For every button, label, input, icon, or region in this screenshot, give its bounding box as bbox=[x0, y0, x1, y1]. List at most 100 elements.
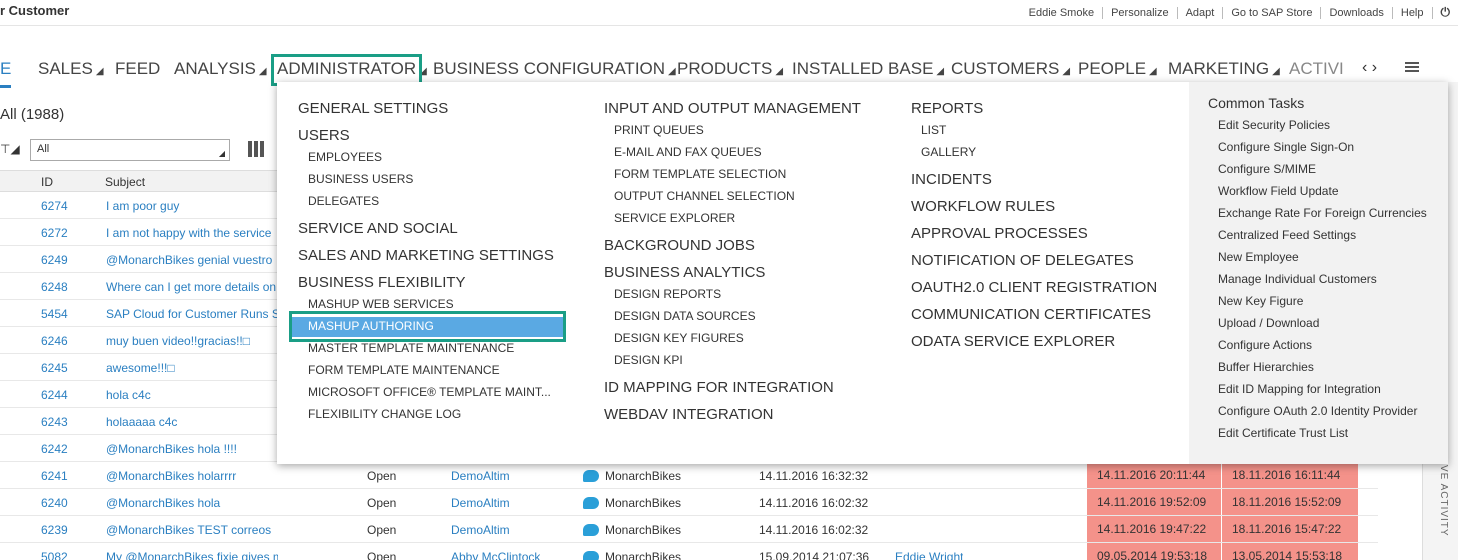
adapt-link[interactable]: Adapt bbox=[1178, 6, 1224, 19]
user-link[interactable]: Eddie Smoke bbox=[1021, 6, 1104, 19]
common-task-link[interactable]: Edit Certificate Trust List bbox=[1218, 426, 1348, 440]
menu-business-users[interactable]: BUSINESS USERS bbox=[308, 172, 413, 186]
menu-form-template-selection[interactable]: FORM TEMPLATE SELECTION bbox=[614, 167, 786, 181]
menu-employees[interactable]: EMPLOYEES bbox=[308, 150, 382, 164]
ticket-subject-link[interactable]: I am not happy with the service bbox=[106, 226, 278, 240]
menu-output-channel-selection[interactable]: OUTPUT CHANNEL SELECTION bbox=[614, 189, 795, 203]
ticket-subject-link[interactable]: muy buen video!!gracias!!□ bbox=[106, 334, 278, 348]
menu-webdav[interactable]: WEBDAV INTEGRATION bbox=[604, 406, 773, 423]
menu-form-template-maintenance[interactable]: FORM TEMPLATE MAINTENANCE bbox=[308, 363, 500, 377]
nav-item-feed[interactable]: FEED bbox=[115, 50, 160, 88]
menu-business-analytics[interactable]: BUSINESS ANALYTICS bbox=[604, 264, 765, 281]
menu-odata-service-explorer[interactable]: ODATA SERVICE EXPLORER bbox=[911, 333, 1115, 350]
menu-office-template-maintenance[interactable]: MICROSOFT OFFICE® TEMPLATE MAINT... bbox=[308, 385, 551, 399]
ticket-id-link[interactable]: 6272 bbox=[41, 226, 68, 240]
menu-delegates[interactable]: DELEGATES bbox=[308, 194, 379, 208]
hamburger-icon[interactable] bbox=[1405, 62, 1419, 74]
table-row[interactable]: 5082 My @MonarchBikes fixie gives me a fe… bbox=[0, 543, 1378, 560]
table-row[interactable]: 6240 @MonarchBikes hola Open DemoAltim Monar… bbox=[0, 489, 1378, 516]
header-subject[interactable]: Subject bbox=[105, 175, 145, 189]
menu-service-explorer[interactable]: SERVICE EXPLORER bbox=[614, 211, 735, 225]
menu-flexibility-change-log[interactable]: FLEXIBILITY CHANGE LOG bbox=[308, 407, 461, 421]
menu-design-kpi[interactable]: DESIGN KPI bbox=[614, 353, 683, 367]
ticket-id-link[interactable]: 6240 bbox=[41, 496, 68, 510]
nav-scroll-arrows[interactable]: ‹ › bbox=[1362, 59, 1377, 77]
menu-business-flexibility[interactable]: BUSINESS FLEXIBILITY bbox=[298, 274, 466, 291]
ticket-subject-link[interactable]: hola c4c bbox=[106, 388, 278, 402]
menu-io-management[interactable]: INPUT AND OUTPUT MANAGEMENT bbox=[604, 100, 861, 117]
common-task-link[interactable]: Configure Actions bbox=[1218, 338, 1312, 352]
chevron-right-icon[interactable]: › bbox=[1372, 59, 1377, 76]
nav-item-sales[interactable]: SALES ◢ bbox=[38, 50, 104, 88]
table-row[interactable]: 6241 @MonarchBikes holarrrr Open DemoAltim M… bbox=[0, 462, 1378, 489]
sap-store-link[interactable]: Go to SAP Store bbox=[1223, 6, 1322, 19]
ticket-subject-link[interactable]: Where can I get more details on bbox=[106, 280, 278, 294]
filter-icon[interactable]: ⊤◢ bbox=[0, 142, 20, 156]
ticket-id-link[interactable]: 6245 bbox=[41, 361, 68, 375]
menu-sales-marketing-settings[interactable]: SALES AND MARKETING SETTINGS bbox=[298, 247, 554, 264]
nav-item-e[interactable]: E bbox=[0, 50, 12, 88]
common-task-link[interactable]: New Key Figure bbox=[1218, 294, 1303, 308]
common-task-link[interactable]: Buffer Hierarchies bbox=[1218, 360, 1314, 374]
menu-email-fax-queues[interactable]: E-MAIL AND FAX QUEUES bbox=[614, 145, 762, 159]
menu-id-mapping[interactable]: ID MAPPING FOR INTEGRATION bbox=[604, 379, 834, 396]
ticket-owner-link[interactable]: DemoAltim bbox=[451, 523, 510, 537]
query-select[interactable]: All ◢ bbox=[30, 139, 230, 161]
menu-approval-processes[interactable]: APPROVAL PROCESSES bbox=[911, 225, 1088, 242]
ticket-subject-link[interactable]: holaaaaa c4c bbox=[106, 415, 278, 429]
common-task-link[interactable]: Manage Individual Customers bbox=[1218, 272, 1377, 286]
ticket-subject-link[interactable]: @MonarchBikes TEST correos bbox=[106, 523, 278, 537]
common-task-link[interactable]: Upload / Download bbox=[1218, 316, 1319, 330]
common-task-link[interactable]: Configure S/MIME bbox=[1218, 162, 1316, 176]
table-row[interactable]: 6239 @MonarchBikes TEST correos Open DemoAl… bbox=[0, 516, 1378, 543]
menu-notification-of-delegates[interactable]: NOTIFICATION OF DELEGATES bbox=[911, 252, 1134, 269]
menu-master-template-maintenance[interactable]: MASTER TEMPLATE MAINTENANCE bbox=[308, 341, 514, 355]
ticket-subject-link[interactable]: @MonarchBikes hola bbox=[106, 496, 278, 510]
menu-reports-gallery[interactable]: GALLERY bbox=[921, 145, 976, 159]
personalize-link[interactable]: Personalize bbox=[1103, 6, 1178, 19]
common-task-link[interactable]: Edit Security Policies bbox=[1218, 118, 1330, 132]
power-icon[interactable]: ⏻ bbox=[1441, 5, 1451, 20]
ticket-owner-link[interactable]: DemoAltim bbox=[451, 496, 510, 510]
menu-oauth-client-registration[interactable]: OAUTH2.0 CLIENT REGISTRATION bbox=[911, 279, 1157, 296]
help-link[interactable]: Help bbox=[1393, 6, 1433, 19]
menu-design-reports[interactable]: DESIGN REPORTS bbox=[614, 287, 721, 301]
downloads-link[interactable]: Downloads bbox=[1321, 6, 1393, 19]
ticket-subject-link[interactable]: @MonarchBikes genial vuestro bbox=[106, 253, 278, 267]
ticket-subject-link[interactable]: I am poor guy bbox=[106, 199, 278, 213]
ticket-id-link[interactable]: 6246 bbox=[41, 334, 68, 348]
menu-reports-list[interactable]: LIST bbox=[921, 123, 946, 137]
menu-background-jobs[interactable]: BACKGROUND JOBS bbox=[604, 237, 755, 254]
header-id[interactable]: ID bbox=[41, 175, 53, 189]
ticket-subject-link[interactable]: awesome!!!□ bbox=[106, 361, 278, 375]
ticket-id-link[interactable]: 6249 bbox=[41, 253, 68, 267]
columns-icon[interactable] bbox=[248, 141, 264, 157]
common-task-link[interactable]: Configure OAuth 2.0 Identity Provider bbox=[1218, 404, 1417, 418]
ticket-subject-link[interactable]: SAP Cloud for Customer Runs S bbox=[106, 307, 278, 321]
common-task-link[interactable]: Exchange Rate For Foreign Currencies bbox=[1218, 206, 1427, 220]
ticket-id-link[interactable]: 5082 bbox=[41, 550, 68, 560]
menu-print-queues[interactable]: PRINT QUEUES bbox=[614, 123, 704, 137]
ticket-subject-link[interactable]: @MonarchBikes holarrrr bbox=[106, 469, 278, 483]
menu-incidents[interactable]: INCIDENTS bbox=[911, 171, 992, 188]
menu-mashup-web-services[interactable]: MASHUP WEB SERVICES bbox=[308, 297, 454, 311]
ticket-subject-link[interactable]: @MonarchBikes hola !!!! bbox=[106, 442, 278, 456]
ticket-id-link[interactable]: 6274 bbox=[41, 199, 68, 213]
ticket-id-link[interactable]: 5454 bbox=[41, 307, 68, 321]
menu-service-social[interactable]: SERVICE AND SOCIAL bbox=[298, 220, 458, 237]
menu-communication-certificates[interactable]: COMMUNICATION CERTIFICATES bbox=[911, 306, 1151, 323]
menu-workflow-rules[interactable]: WORKFLOW RULES bbox=[911, 198, 1055, 215]
ticket-id-link[interactable]: 6239 bbox=[41, 523, 68, 537]
ticket-owner-link[interactable]: Abby McClintock bbox=[451, 550, 540, 560]
chevron-left-icon[interactable]: ‹ bbox=[1362, 59, 1367, 76]
common-task-link[interactable]: New Employee bbox=[1218, 250, 1299, 264]
ticket-id-link[interactable]: 6242 bbox=[41, 442, 68, 456]
common-task-link[interactable]: Centralized Feed Settings bbox=[1218, 228, 1356, 242]
ticket-id-link[interactable]: 6244 bbox=[41, 388, 68, 402]
ticket-subject-link[interactable]: My @MonarchBikes fixie gives me a feelin bbox=[106, 550, 278, 560]
common-task-link[interactable]: Workflow Field Update bbox=[1218, 184, 1339, 198]
common-task-link[interactable]: Configure Single Sign-On bbox=[1218, 140, 1354, 154]
menu-design-key-figures[interactable]: DESIGN KEY FIGURES bbox=[614, 331, 744, 345]
menu-design-data-sources[interactable]: DESIGN DATA SOURCES bbox=[614, 309, 756, 323]
common-task-link[interactable]: Edit ID Mapping for Integration bbox=[1218, 382, 1381, 396]
